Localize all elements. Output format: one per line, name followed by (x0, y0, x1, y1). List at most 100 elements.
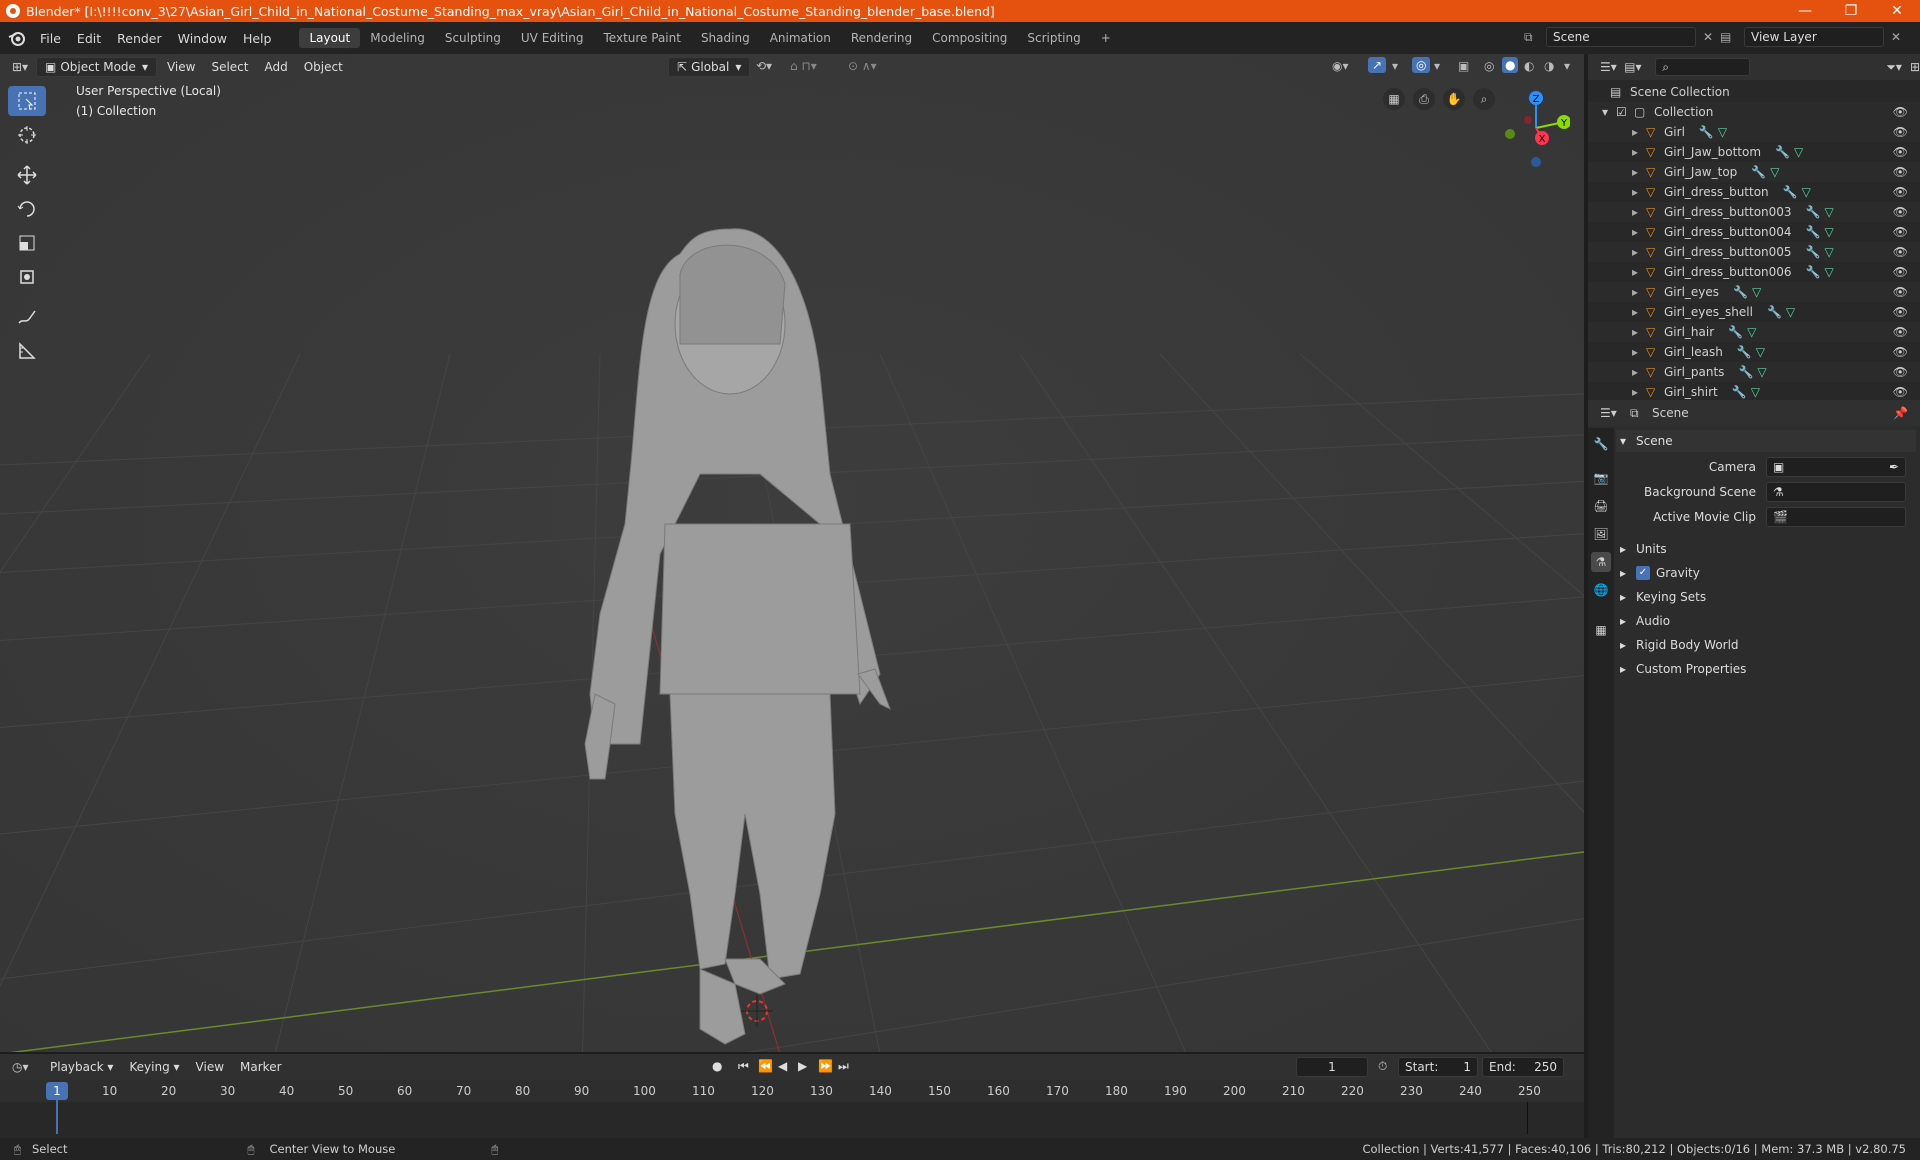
prev-keyframe-icon[interactable]: ⏪ (758, 1059, 773, 1073)
view-layer-icon[interactable]: ▤ (1720, 30, 1744, 44)
viewport-menu-select[interactable]: Select (203, 58, 256, 76)
visibility-icon[interactable]: ◉▾ (1332, 59, 1349, 73)
play-reverse-icon[interactable]: ◀ (778, 1059, 787, 1073)
measure-tool[interactable] (8, 336, 46, 366)
expand-arrow-icon[interactable]: ▸ (1632, 185, 1646, 199)
tab-texture-paint[interactable]: Texture Paint (594, 28, 691, 48)
timeline-editor-type-icon[interactable]: ◷▾ (0, 1060, 42, 1074)
current-frame-field[interactable]: 1 (1296, 1057, 1368, 1077)
scale-tool[interactable] (8, 228, 46, 258)
world-tab-icon[interactable]: 🌐 (1591, 580, 1611, 600)
modifier-icon[interactable]: 🔧 (1806, 225, 1821, 239)
rotate-tool[interactable] (8, 194, 46, 224)
eye-icon[interactable]: 👁 (1893, 265, 1908, 279)
render-tab-icon[interactable]: 📷 (1591, 468, 1611, 488)
expand-arrow-icon[interactable]: ▸ (1632, 305, 1646, 319)
texture-tab-icon[interactable]: ▦ (1591, 620, 1611, 640)
mesh-data-icon[interactable]: ▽ (1786, 305, 1795, 319)
transform-orientation-dropdown[interactable]: ⇱ Global ▾ (668, 57, 751, 77)
tab-sculpting[interactable]: Sculpting (435, 28, 511, 48)
properties-editor-type-icon[interactable]: ☰▾ (1588, 406, 1630, 420)
expand-arrow-icon[interactable]: ▸ (1632, 245, 1646, 259)
zoom-view-icon[interactable]: ⌕ (1473, 88, 1495, 110)
outliner-object-row[interactable]: ▸ ▽ Girl_dress_button003 🔧 ▽ 👁 (1588, 202, 1920, 222)
menu-render[interactable]: Render (109, 31, 170, 46)
units-panel-header[interactable]: ▸ Units (1616, 538, 1916, 560)
gizmo-dropdown-icon[interactable]: ▾ (1392, 59, 1398, 73)
timeline-menu-view[interactable]: View (188, 1058, 232, 1076)
jump-end-icon[interactable]: ⏭ (838, 1059, 849, 1074)
scene-selector[interactable]: Scene (1546, 27, 1696, 47)
annotate-tool[interactable] (8, 302, 46, 332)
scene-panel-header[interactable]: ▾ Scene (1616, 430, 1916, 452)
outliner-object-row[interactable]: ▸ ▽ Girl_Jaw_bottom 🔧 ▽ 👁 (1588, 142, 1920, 162)
tab-modeling[interactable]: Modeling (360, 28, 435, 48)
move-tool[interactable] (8, 160, 46, 190)
modifier-icon[interactable]: 🔧 (1806, 205, 1821, 219)
mode-dropdown[interactable]: ▣ Object Mode ▾ (36, 57, 157, 77)
rendered-shading-icon[interactable]: ◑ (1544, 59, 1554, 73)
outliner-object-row[interactable]: ▸ ▽ Girl_hair 🔧 ▽ 👁 (1588, 322, 1920, 342)
wireframe-shading-icon[interactable]: ◎ (1484, 59, 1494, 73)
add-workspace-button[interactable]: + (1091, 28, 1121, 48)
neg-y-axis-handle[interactable] (1505, 129, 1515, 139)
expand-arrow-icon[interactable]: ▸ (1632, 345, 1646, 359)
rigid-body-world-panel-header[interactable]: ▸ Rigid Body World (1616, 634, 1916, 656)
expand-arrow-icon[interactable]: ▾ (1602, 105, 1616, 119)
material-shading-icon[interactable]: ◐ (1524, 59, 1534, 73)
cursor-tool[interactable] (8, 120, 46, 150)
mesh-data-icon[interactable]: ▽ (1756, 345, 1765, 359)
mesh-data-icon[interactable]: ▽ (1718, 125, 1727, 139)
view-layer-selector[interactable]: View Layer (1744, 27, 1884, 47)
modifier-icon[interactable]: 🔧 (1767, 305, 1782, 319)
modifier-icon[interactable]: 🔧 (1806, 265, 1821, 279)
menu-file[interactable]: File (32, 31, 69, 46)
mesh-data-icon[interactable]: ▽ (1825, 225, 1834, 239)
timeline-menu-marker[interactable]: Marker (232, 1058, 289, 1076)
maximize-button[interactable]: ❐ (1828, 0, 1874, 22)
expand-arrow-icon[interactable]: ▸ (1632, 285, 1646, 299)
mesh-data-icon[interactable]: ▽ (1747, 325, 1756, 339)
scene-icon[interactable]: ⧉ (1524, 30, 1546, 45)
start-frame-field[interactable]: Start: 1 (1398, 1057, 1478, 1077)
eye-icon[interactable]: 👁 (1893, 105, 1908, 119)
expand-arrow-icon[interactable]: ▸ (1632, 165, 1646, 179)
playhead-indicator[interactable]: 1 (46, 1082, 68, 1100)
expand-arrow-icon[interactable]: ▸ (1632, 325, 1646, 339)
tab-scripting[interactable]: Scripting (1017, 28, 1090, 48)
jump-start-icon[interactable]: ⏮ (738, 1059, 749, 1074)
pivot-icon[interactable]: ⟲▾ (756, 59, 772, 73)
modifier-icon[interactable]: 🔧 (1775, 145, 1790, 159)
display-mode-icon[interactable]: ▤▾ (1624, 60, 1655, 74)
camera-field[interactable]: ▣ ✒ (1766, 457, 1906, 477)
tab-compositing[interactable]: Compositing (922, 28, 1017, 48)
outliner-object-row[interactable]: ▸ ▽ Girl_dress_button 🔧 ▽ 👁 (1588, 182, 1920, 202)
modifier-icon[interactable]: 🔧 (1738, 365, 1753, 379)
viewport-menu-object[interactable]: Object (296, 58, 351, 76)
blender-menu-icon[interactable] (8, 29, 26, 47)
outliner-object-row[interactable]: ▸ ▽ Girl_dress_button005 🔧 ▽ 👁 (1588, 242, 1920, 262)
tab-rendering[interactable]: Rendering (841, 28, 922, 48)
gizmo-toggle-icon[interactable]: ↗ (1368, 57, 1387, 73)
next-keyframe-icon[interactable]: ⏩ (818, 1059, 833, 1073)
close-view-layer-icon[interactable]: ✕ (1884, 30, 1908, 44)
mesh-data-icon[interactable]: ▽ (1825, 245, 1834, 259)
solid-shading-icon[interactable]: ● (1502, 57, 1519, 73)
mesh-data-icon[interactable]: ▽ (1802, 185, 1811, 199)
output-tab-icon[interactable]: 🖨 (1591, 496, 1611, 516)
eye-icon[interactable]: 👁 (1893, 205, 1908, 219)
navigation-gizmo[interactable]: Z Y X (1494, 84, 1570, 174)
eye-icon[interactable]: 👁 (1893, 145, 1908, 159)
menu-window[interactable]: Window (170, 31, 235, 46)
expand-arrow-icon[interactable]: ▸ (1632, 265, 1646, 279)
camera-view-icon[interactable]: ⎙ (1413, 88, 1435, 110)
outliner-row-scene-collection[interactable]: ▤ Scene Collection (1588, 82, 1920, 102)
mesh-data-icon[interactable]: ▽ (1825, 205, 1834, 219)
custom-properties-panel-header[interactable]: ▸ Custom Properties (1616, 658, 1916, 680)
proportional-edit-icon[interactable]: ⊙ ∧▾ (848, 59, 877, 73)
outliner-editor-type-icon[interactable]: ☰▾ (1588, 60, 1624, 74)
outliner-object-row[interactable]: ▸ ▽ Girl_eyes 🔧 ▽ 👁 (1588, 282, 1920, 302)
viewport-menu-add[interactable]: Add (256, 58, 295, 76)
pin-icon[interactable]: 📌 (1893, 406, 1908, 420)
new-collection-icon[interactable]: ⊞ (1910, 60, 1920, 74)
